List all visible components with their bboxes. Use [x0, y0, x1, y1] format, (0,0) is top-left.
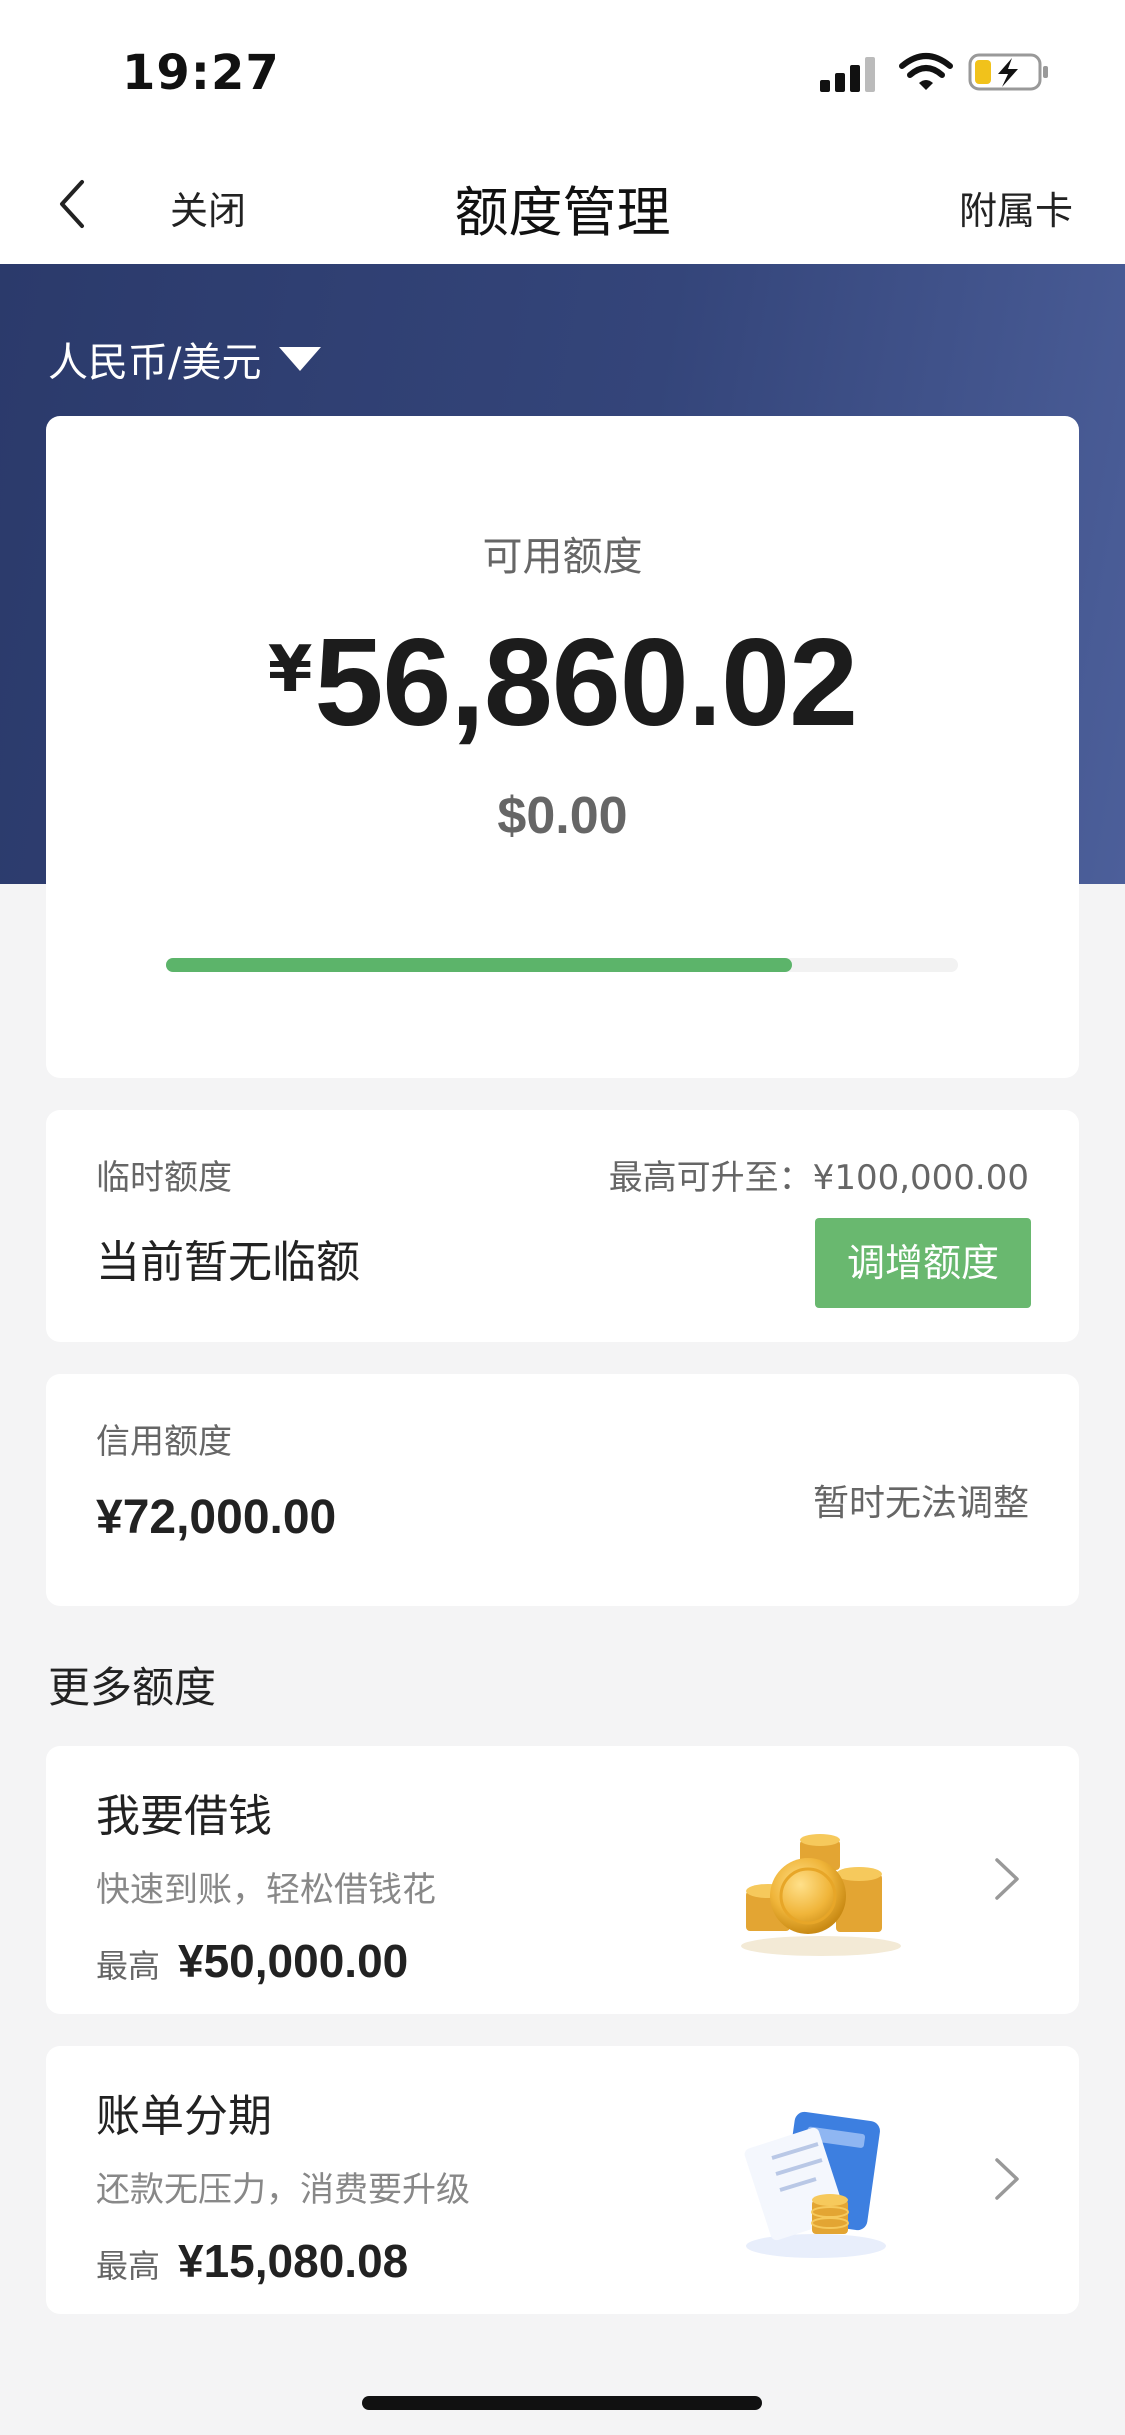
borrow-money-card[interactable]: 我要借钱 快速到账，轻松借钱花 最高 ¥50,000.00 [46, 1746, 1079, 2014]
max-value: ¥15,080.08 [178, 2235, 409, 2287]
available-credit-label: 可用额度 [482, 534, 643, 580]
currency-selector[interactable]: 人民币/美元 [48, 330, 322, 388]
borrow-money-max: 最高 ¥50,000.00 [96, 1934, 408, 1988]
temporary-credit-max: 最高可升至：¥100,000.00 [608, 1158, 1029, 1198]
max-value: ¥50,000.00 [178, 1935, 409, 1987]
supplementary-card-button[interactable]: 附属卡 [959, 180, 1073, 235]
borrow-money-title: 我要借钱 [96, 1791, 272, 1842]
currency-label: 人民币/美元 [48, 340, 262, 386]
bill-installment-subtitle: 还款无压力，消费要升级 [96, 2170, 470, 2210]
credit-limit-status: 暂时无法调整 [812, 1483, 1029, 1524]
status-time: 19:27 [122, 45, 280, 101]
cellular-signal-icon [820, 57, 875, 92]
gold-coins-icon [741, 1834, 901, 1956]
caret-down-icon [279, 347, 322, 371]
bill-card-coins-icon [744, 2111, 886, 2258]
credit-limit-card: 信用额度 ¥72,000.00 暂时无法调整 [46, 1374, 1079, 1606]
temporary-credit-label: 临时额度 [96, 1158, 232, 1198]
chevron-right-icon [995, 2158, 1019, 2200]
available-credit-amount: ¥56,860.02 [46, 612, 1079, 754]
page-title: 额度管理 [454, 181, 671, 244]
available-credit-card: 可用额度 ¥56,860.02 $0.00 [46, 416, 1079, 1078]
credit-usage-progress [166, 958, 958, 972]
temporary-credit-card: 临时额度 最高可升至：¥100,000.00 当前暂无临额 调增额度 [46, 1110, 1079, 1342]
credit-usage-progress-fill [166, 958, 792, 972]
bill-installment-card[interactable]: 账单分期 还款无压力，消费要升级 最高 ¥15,080.08 [46, 2046, 1079, 2314]
bill-installment-max: 最高 ¥15,080.08 [96, 2234, 408, 2288]
battery-charging-icon [968, 53, 1048, 91]
home-indicator [362, 2396, 762, 2410]
more-credit-title: 更多额度 [48, 1663, 217, 1712]
max-label: 最高 [96, 1947, 161, 1985]
chevron-right-icon [995, 1858, 1019, 1900]
usd-available-amount: $0.00 [497, 787, 628, 845]
increase-credit-button[interactable]: 调增额度 [815, 1218, 1031, 1308]
credit-limit-label: 信用额度 [96, 1422, 232, 1462]
status-bar: 19:27 [0, 0, 1125, 140]
temporary-credit-status: 当前暂无临额 [96, 1237, 360, 1288]
bill-installment-title: 账单分期 [96, 2091, 272, 2142]
wifi-icon [899, 53, 953, 90]
available-credit-value: 56,860.02 [314, 614, 858, 752]
currency-symbol: ¥ [267, 633, 313, 707]
borrow-money-subtitle: 快速到账，轻松借钱花 [96, 1870, 436, 1910]
max-label: 最高 [96, 2247, 161, 2285]
credit-limit-amount: ¥72,000.00 [96, 1491, 337, 1544]
nav-bar: 关闭 额度管理 附属卡 [0, 140, 1125, 264]
